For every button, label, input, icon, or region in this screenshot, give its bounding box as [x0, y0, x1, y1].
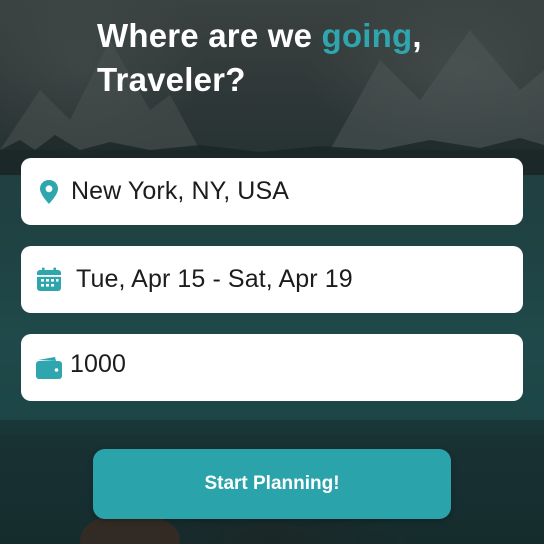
budget-value: 1000 [70, 350, 127, 378]
date-range-field[interactable]: Tue, Apr 15 - Sat, Apr 19 [21, 246, 523, 313]
date-range-value: Tue, Apr 15 - Sat, Apr 19 [76, 265, 353, 293]
location-value: New York, NY, USA [71, 177, 290, 205]
map-pin-icon [35, 178, 63, 206]
budget-field[interactable]: 1000 [21, 334, 523, 401]
headline-line2: Traveler? [97, 61, 246, 98]
headline-prefix: Where are we [97, 17, 322, 54]
start-planning-button[interactable]: Start Planning! [93, 449, 451, 519]
calendar-icon [35, 266, 63, 294]
location-field[interactable]: New York, NY, USA [21, 158, 523, 225]
wallet-icon [35, 354, 63, 382]
page-headline: Where are we going, Traveler? [97, 14, 422, 102]
headline-highlight: going [321, 17, 413, 54]
headline-comma: , [412, 17, 422, 54]
